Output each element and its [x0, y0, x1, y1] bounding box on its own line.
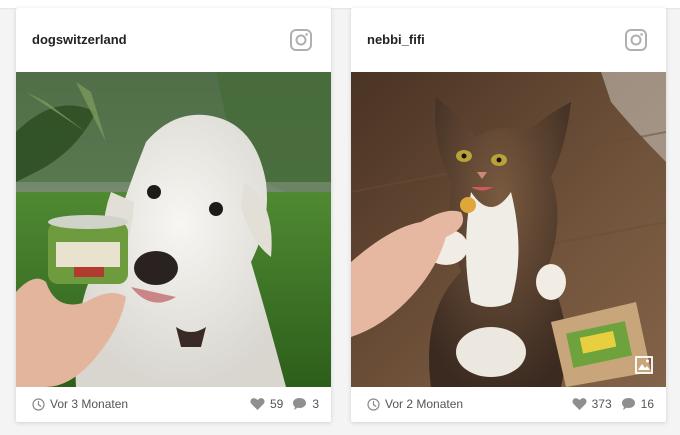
- post-card-dogswitzerland[interactable]: dogswitzerland Vor 3 Monaten 59 3: [16, 8, 331, 422]
- post-header: dogswitzerland: [16, 8, 331, 72]
- instagram-icon[interactable]: [624, 28, 648, 52]
- heart-icon[interactable]: [250, 397, 265, 411]
- top-bar: [0, 0, 680, 8]
- post-footer: Vor 3 Monaten 59 3: [16, 387, 331, 422]
- comment-count: 3: [312, 397, 319, 411]
- post-stats: 373 16: [572, 397, 654, 411]
- post-image-dog[interactable]: [16, 72, 331, 387]
- post-time: Vor 2 Monaten: [367, 397, 463, 411]
- post-time-label: Vor 3 Monaten: [50, 397, 129, 411]
- instagram-icon[interactable]: [289, 28, 313, 52]
- clock-icon: [32, 397, 45, 411]
- post-footer: Vor 2 Monaten 373 16: [351, 387, 666, 422]
- post-username[interactable]: nebbi_fifi: [367, 32, 425, 47]
- post-time: Vor 3 Monaten: [32, 397, 128, 411]
- post-stats: 59 3: [250, 397, 319, 411]
- post-image-cat[interactable]: [351, 72, 666, 387]
- clock-icon: [367, 397, 380, 411]
- post-card-nebbi-fifi[interactable]: nebbi_fifi Vor 2 Monaten 373 16: [351, 8, 666, 422]
- heart-icon[interactable]: [572, 397, 587, 411]
- post-header: nebbi_fifi: [351, 8, 666, 72]
- comment-count: 16: [640, 397, 654, 411]
- comment-icon[interactable]: [621, 397, 636, 411]
- like-count: 373: [591, 397, 612, 411]
- post-time-label: Vor 2 Monaten: [385, 397, 464, 411]
- gallery-icon: [634, 355, 654, 375]
- post-username[interactable]: dogswitzerland: [32, 32, 127, 47]
- comment-icon[interactable]: [292, 397, 307, 411]
- like-count: 59: [269, 397, 284, 411]
